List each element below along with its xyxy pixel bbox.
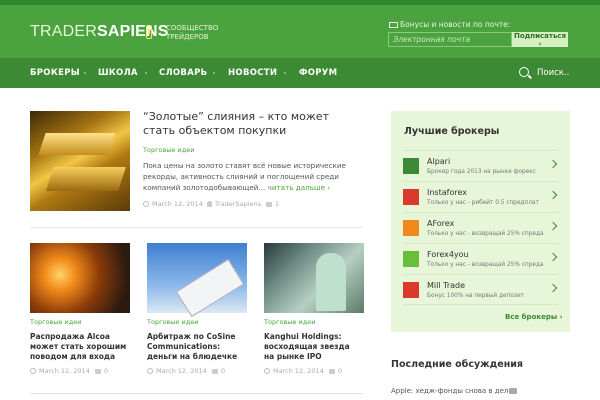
search-label[interactable]: Поиск.. <box>537 68 569 78</box>
email-input[interactable] <box>388 32 512 47</box>
instaforex-logo-icon <box>403 189 419 205</box>
nav-item-news[interactable]: НОВОСТИ <box>228 68 277 78</box>
divider <box>30 227 363 228</box>
broker-name: Alpari <box>427 157 451 166</box>
card-title[interactable]: Kanghui Holdings: восходящая звезда на р… <box>264 332 362 362</box>
broker-desc: Только у нас - возвращай 25% спреда <box>427 231 544 237</box>
card-date-text: March 12, 2014 <box>39 367 90 375</box>
clock-icon <box>147 368 153 374</box>
card-date: March 12, 2014 <box>30 367 90 375</box>
nav-item-forum[interactable]: ФОРУМ <box>299 68 337 78</box>
chevron-right-icon <box>548 221 558 231</box>
comment-icon <box>95 369 101 374</box>
featured-description: Пока цены на золото ставят всё новые ист… <box>143 160 361 193</box>
card-comments-count: 0 <box>104 367 109 375</box>
card-comments[interactable]: 0 <box>329 367 342 375</box>
comment-icon <box>509 388 517 394</box>
nav-separator <box>213 72 215 74</box>
mail-icon <box>389 22 398 28</box>
subscribe-label: Бонусы и новости по почте: <box>400 20 511 29</box>
logo-text-light: TRADER <box>30 23 97 40</box>
discussions-title: Последние обсуждения <box>391 359 524 370</box>
featured-image-gold-bars[interactable] <box>30 111 130 211</box>
read-more-link[interactable]: читать дальше › <box>268 183 331 192</box>
main-nav: БРОКЕРЫ ШКОЛА СЛОВАРЬ НОВОСТИ ФОРУМ Поис… <box>0 58 600 88</box>
logo-mark-icon <box>146 25 152 39</box>
search-icon[interactable] <box>519 67 529 77</box>
featured-date-text: March 12, 2014 <box>152 200 203 208</box>
card-comments[interactable]: 0 <box>212 367 225 375</box>
featured-author[interactable]: TraderSapiens <box>207 200 261 208</box>
forex4you-logo-icon <box>403 251 419 267</box>
card-comments-count: 0 <box>221 367 226 375</box>
broker-name: Forex4you <box>427 250 469 259</box>
broker-desc: Бонус 100% на первый депозит <box>427 293 525 299</box>
user-icon <box>207 201 212 207</box>
all-brokers-link[interactable]: Все брокеры › <box>505 313 563 321</box>
featured-category[interactable]: Торговые идеи <box>143 146 194 154</box>
chevron-right-icon <box>548 190 558 200</box>
card-comments[interactable]: 0 <box>95 367 108 375</box>
chevron-right-icon <box>548 159 558 169</box>
discussion-item[interactable]: Apple: хедж-фонды снова в деле <box>391 387 513 395</box>
nav-separator <box>145 72 147 74</box>
card-image-lab-worker[interactable] <box>264 243 364 313</box>
card-comments-count: 0 <box>338 367 343 375</box>
site-tagline: СООБЩЕСТВО ТРЕЙДЕРОВ <box>166 24 219 41</box>
card-date: March 12, 2014 <box>147 367 207 375</box>
broker-row-aforex[interactable]: AForex Только у нас - возвращай 25% спре… <box>403 212 558 243</box>
chevron-right-icon <box>548 283 558 293</box>
card-date: March 12, 2014 <box>264 367 324 375</box>
nav-item-brokers[interactable]: БРОКЕРЫ <box>30 68 80 78</box>
card-image-steelworker[interactable] <box>30 243 130 313</box>
site-header: TRADERSAPIENS СООБЩЕСТВО ТРЕЙДЕРОВ Бонус… <box>0 5 600 58</box>
logo-text-bold: SAPIENS <box>96 23 169 40</box>
comment-icon <box>329 369 335 374</box>
clock-icon <box>264 368 270 374</box>
nav-item-school[interactable]: ШКОЛА <box>98 68 138 78</box>
broker-name: Mill Trade <box>427 281 466 290</box>
chevron-right-icon <box>548 252 558 262</box>
best-brokers-title: Лучшие брокеры <box>404 126 500 137</box>
card-title[interactable]: Распродажа Alcoa может стать хорошим пов… <box>30 332 128 362</box>
card-category[interactable]: Торговые идеи <box>147 318 198 326</box>
comment-icon <box>266 202 272 207</box>
card-image-satellite-dish[interactable] <box>147 243 247 313</box>
card-category[interactable]: Торговые идеи <box>30 318 81 326</box>
clock-icon <box>143 201 149 207</box>
aforex-logo-icon <box>403 220 419 236</box>
featured-comments[interactable]: 1 <box>266 200 279 208</box>
broker-desc: Только у нас - возвращай 25% спреда <box>427 262 544 268</box>
broker-row-mill-trade[interactable]: Mill Trade Бонус 100% на первый депозит <box>403 274 558 305</box>
broker-desc: Брокер года 2013 на рынке форекс <box>427 169 536 175</box>
nav-item-dictionary[interactable]: СЛОВАРЬ <box>159 68 207 78</box>
featured-author-text: TraderSapiens <box>215 200 262 208</box>
featured-title[interactable]: “Золотые” слияния – кто может стать объе… <box>143 110 363 138</box>
card-category[interactable]: Торговые идеи <box>264 318 315 326</box>
featured-comments-count: 1 <box>275 200 280 208</box>
broker-row-instaforex[interactable]: Instaforex Только у нас - рибейт 0.5 спр… <box>403 181 558 212</box>
broker-name: AForex <box>427 219 455 228</box>
broker-name: Instaforex <box>427 188 467 197</box>
comment-icon <box>212 369 218 374</box>
card-date-text: March 12, 2014 <box>273 367 324 375</box>
card-date-text: March 12, 2014 <box>156 367 207 375</box>
nav-separator <box>284 72 286 74</box>
nav-separator <box>84 72 86 74</box>
mill-trade-logo-icon <box>403 282 419 298</box>
broker-desc: Только у нас - рибейт 0.5 спредплат <box>427 200 539 206</box>
divider <box>30 393 363 394</box>
broker-row-alpari[interactable]: Alpari Брокер года 2013 на рынке форекс <box>403 150 558 181</box>
subscribe-button[interactable]: Подписаться › <box>512 32 568 48</box>
card-title[interactable]: Арбитраж по CoSine Communications: деньг… <box>147 332 245 362</box>
featured-date: March 12, 2014 <box>143 200 203 208</box>
alpari-logo-icon <box>403 158 419 174</box>
broker-row-forex4you[interactable]: Forex4you Только у нас - возвращай 25% с… <box>403 243 558 274</box>
clock-icon <box>30 368 36 374</box>
